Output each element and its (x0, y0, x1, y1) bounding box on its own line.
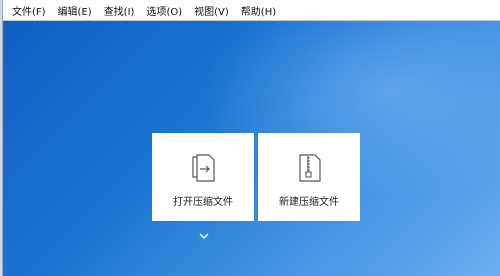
menu-options[interactable]: 选项(O) (146, 3, 182, 18)
open-archive-button[interactable]: 打开压缩文件 (152, 133, 254, 221)
open-archive-label: 打开压缩文件 (173, 197, 233, 208)
menu-view[interactable]: 视图(V) (194, 3, 229, 18)
open-archive-icon (189, 153, 217, 183)
window-frame-left (0, 0, 3, 276)
zip-archive-icon (295, 153, 323, 183)
menu-file[interactable]: 文件(F) (12, 3, 46, 18)
menu-find[interactable]: 查找(I) (104, 3, 135, 18)
new-archive-label: 新建压缩文件 (279, 197, 339, 208)
menu-help[interactable]: 帮助(H) (241, 3, 276, 18)
chevron-down-icon[interactable] (198, 225, 210, 239)
new-archive-button[interactable]: 新建压缩文件 (258, 133, 360, 221)
menu-edit[interactable]: 编辑(E) (58, 3, 92, 18)
menu-bar: 文件(F) 编辑(E) 查找(I) 选项(O) 视图(V) 帮助(H) (3, 0, 500, 21)
main-area: 打开压缩文件 新建压缩文件 (4, 21, 500, 276)
